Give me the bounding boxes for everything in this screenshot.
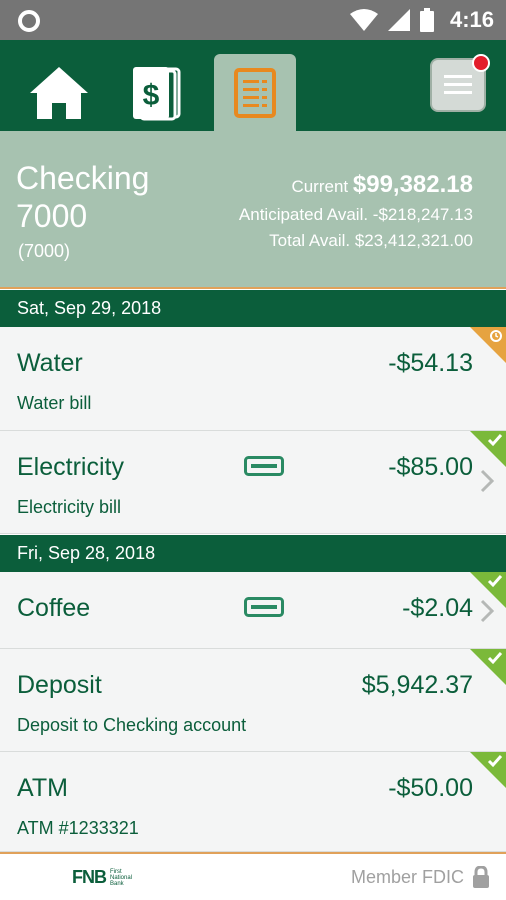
menu-button[interactable] <box>430 54 490 112</box>
transaction-row[interactable]: ATM ATM #1233321 -$50.00 <box>0 752 506 852</box>
transaction-amount: $5,942.37 <box>361 671 473 699</box>
checkmark-icon <box>487 652 503 665</box>
member-fdic: Member FDIC <box>350 867 464 887</box>
clock-icon <box>490 330 502 342</box>
transaction-name: Deposit <box>17 671 102 699</box>
footer: FNB First National Bank Member FDIC <box>0 852 506 900</box>
transaction-row[interactable]: Coffee -$2.04 <box>0 572 506 649</box>
circle-icon <box>18 10 40 32</box>
tab-home[interactable] <box>18 54 100 131</box>
total-balance: Total Avail. $23,412,321.00 <box>269 231 473 250</box>
bank-logo: FNB First National Bank <box>72 867 136 888</box>
checkmark-icon <box>487 755 503 768</box>
transaction-row[interactable]: Deposit Deposit to Checking account $5,9… <box>0 649 506 752</box>
list-document-icon <box>234 67 276 118</box>
card-icon <box>244 597 284 617</box>
checkmark-icon <box>487 434 503 447</box>
status-bar: 4:16 <box>0 0 506 40</box>
logo-tagline: First National Bank <box>110 868 133 887</box>
transaction-description: Electricity bill <box>17 497 122 517</box>
wifi-icon <box>349 9 378 31</box>
checkmark-icon <box>487 575 503 588</box>
transaction-description: Water bill <box>17 393 92 413</box>
account-summary: Checking 7000 (7000) Current $99,382.18 … <box>0 131 506 289</box>
chevron-right-icon[interactable] <box>480 469 494 493</box>
signal-icon <box>387 9 410 31</box>
transaction-name: Coffee <box>17 594 91 622</box>
status-time: 4:16 <box>449 7 494 32</box>
transaction-row[interactable]: Water Water bill -$54.13 <box>0 327 506 431</box>
transaction-row[interactable]: Electricity Electricity bill -$85.00 <box>0 431 506 534</box>
transaction-amount: -$85.00 <box>388 453 473 481</box>
transaction-description: ATM #1233321 <box>17 818 139 838</box>
account-number: (7000) <box>18 241 71 261</box>
status-icons: 4:16 <box>349 0 494 40</box>
date-header: Fri, Sep 28, 2018 <box>0 535 506 572</box>
current-balance: Current $99,382.18 <box>291 171 473 199</box>
logo-text: FNB <box>72 867 107 887</box>
dollar-cards-icon: $ <box>133 66 181 120</box>
notification-badge <box>472 54 490 72</box>
account-name: Checking 7000 <box>16 160 150 234</box>
card-icon <box>244 456 284 476</box>
tab-transfer[interactable]: $ <box>116 54 198 131</box>
transaction-description: Deposit to Checking account <box>17 715 247 735</box>
date-header: Sat, Sep 29, 2018 <box>0 290 506 327</box>
tab-activity[interactable] <box>214 54 296 131</box>
anticipated-balance: Anticipated Avail. -$218,247.13 <box>238 205 473 224</box>
transaction-name: Electricity <box>17 453 124 481</box>
transaction-name: Water <box>17 349 83 377</box>
current-value: $99,382.18 <box>352 171 473 198</box>
transaction-name: ATM <box>17 774 68 802</box>
hamburger-menu-icon <box>444 75 472 94</box>
svg-text:$: $ <box>143 79 160 112</box>
nav-bar: $ <box>0 40 506 131</box>
home-icon <box>30 66 88 119</box>
battery-icon <box>419 8 434 32</box>
current-label: Current <box>291 177 349 196</box>
transaction-amount: -$54.13 <box>388 349 473 377</box>
transaction-amount: -$2.04 <box>402 594 473 622</box>
lock-icon <box>473 866 489 888</box>
transaction-amount: -$50.00 <box>388 774 473 802</box>
